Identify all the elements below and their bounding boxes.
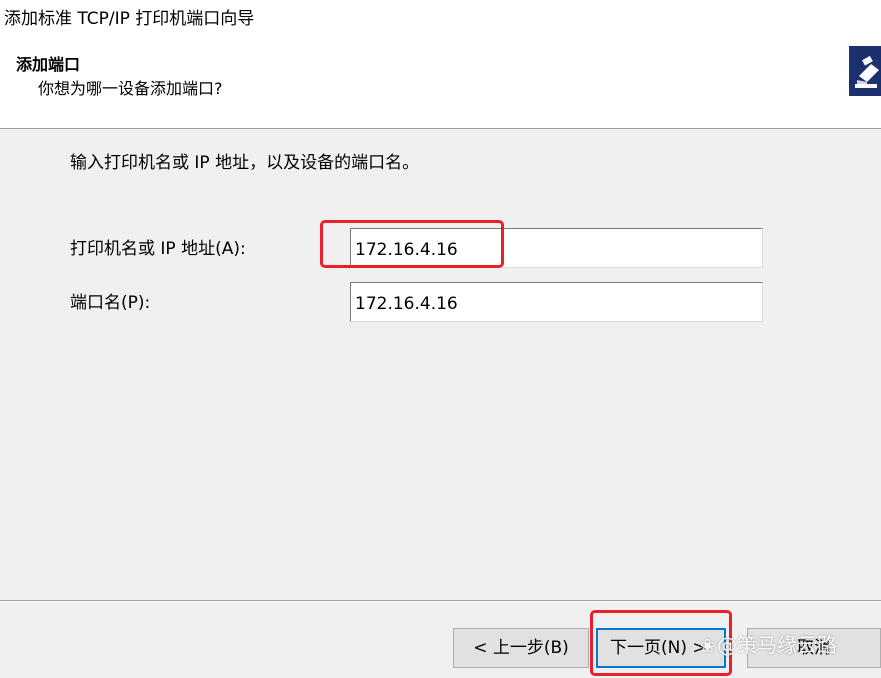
printer-name-label: 打印机名或 IP 地址(A): (70, 239, 246, 259)
page-subtitle: 你想为哪一设备添加端口? (38, 79, 223, 98)
window-title: 添加标准 TCP/IP 打印机端口向导 (4, 9, 255, 29)
next-button[interactable]: 下一页(N) > (596, 628, 726, 668)
wizard-header: 添加端口 你想为哪一设备添加端口? (0, 36, 881, 129)
wizard-content: 输入打印机名或 IP 地址，以及设备的端口名。 打印机名或 IP 地址(A): … (0, 129, 881, 600)
wizard-window: 添加标准 TCP/IP 打印机端口向导 添加端口 你想为哪一设备添加端口? 输入… (0, 0, 881, 678)
back-button[interactable]: < 上一步(B) (453, 628, 589, 668)
printer-icon (849, 46, 881, 96)
wizard-footer: < 上一步(B) 下一页(N) > 取消 (0, 602, 881, 678)
printer-name-input[interactable] (350, 228, 763, 268)
instruction-text: 输入打印机名或 IP 地址，以及设备的端口名。 (70, 153, 420, 173)
port-name-label: 端口名(P): (70, 293, 151, 313)
page-title: 添加端口 (16, 55, 81, 74)
cancel-button[interactable]: 取消 (747, 628, 881, 668)
title-bar: 添加标准 TCP/IP 打印机端口向导 (0, 0, 881, 36)
port-name-input[interactable] (350, 282, 763, 322)
